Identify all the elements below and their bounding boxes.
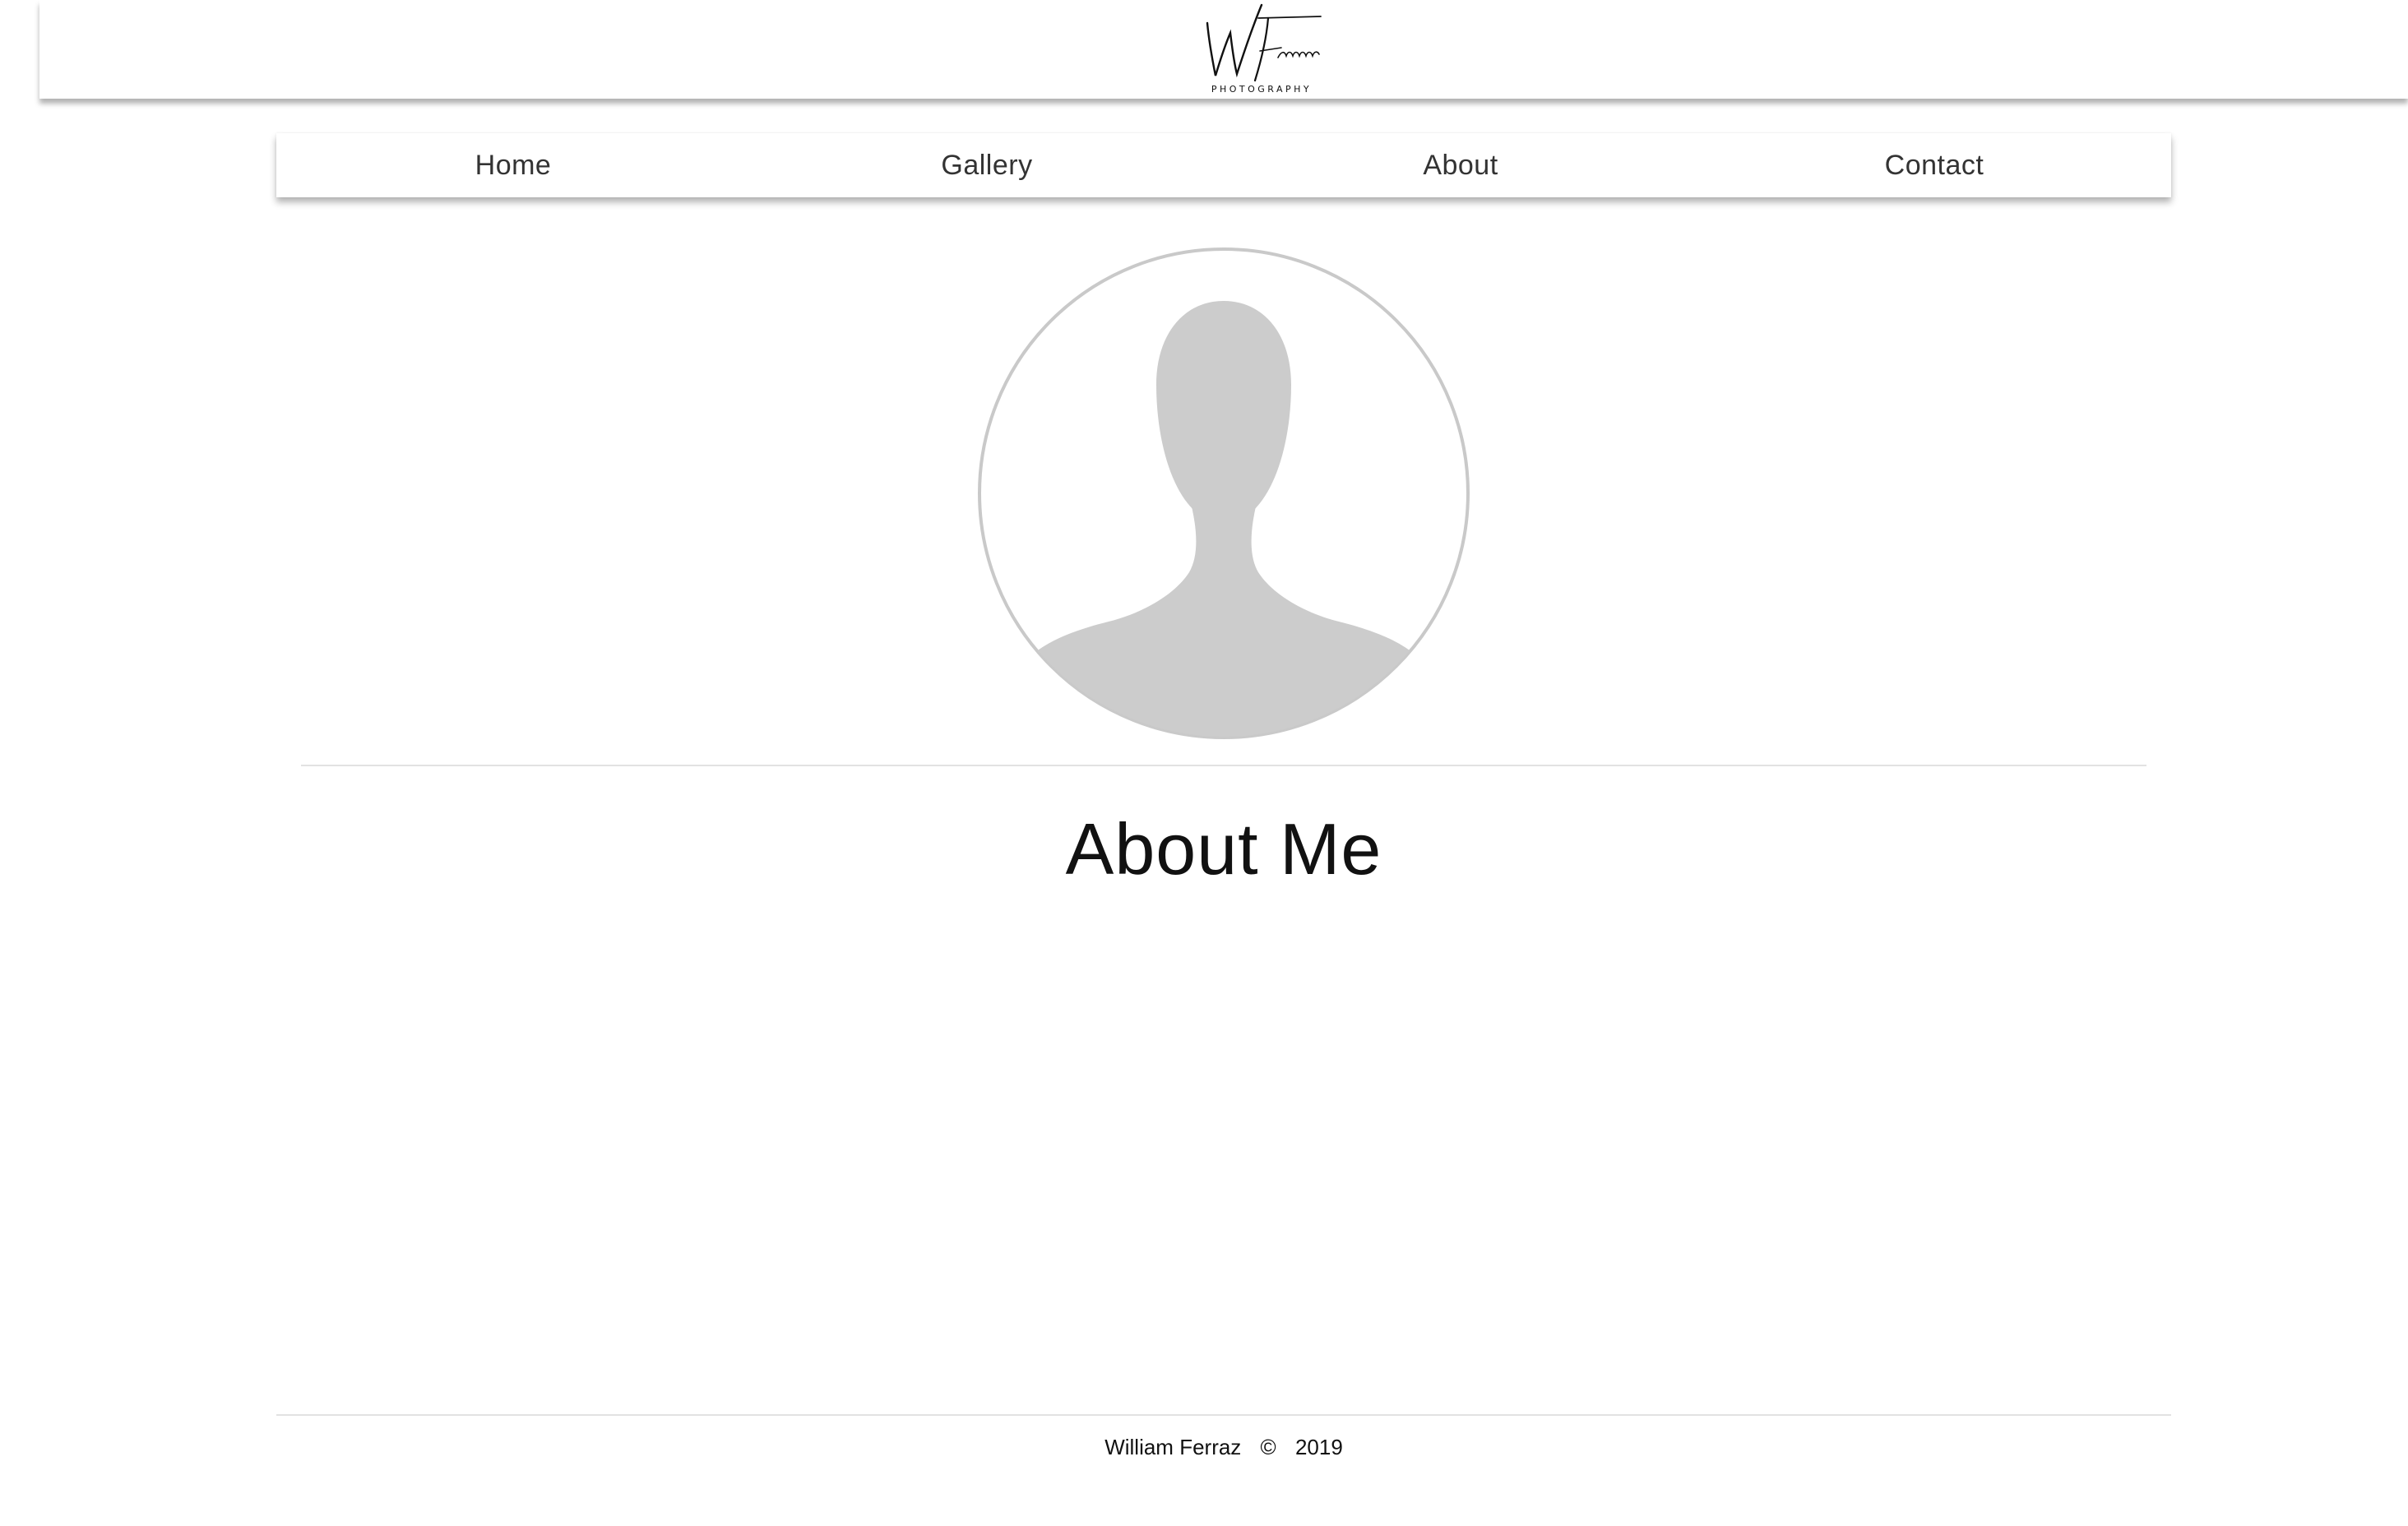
page-title: About Me	[1065, 808, 1382, 890]
person-silhouette-icon	[978, 247, 1470, 739]
section-divider	[301, 765, 2146, 766]
nav-item-gallery[interactable]: Gallery	[750, 133, 1224, 197]
main-nav: Home Gallery About Contact	[276, 133, 2171, 197]
nav-item-about[interactable]: About	[1224, 133, 1697, 197]
site-header: PHOTOGRAPHY	[39, 0, 2408, 99]
footer-divider	[276, 1414, 2171, 1416]
footer-year: 2019	[1294, 1435, 1343, 1459]
logo-signature-icon: PHOTOGRAPHY	[1206, 3, 1322, 95]
footer-name: William Ferraz	[1104, 1435, 1242, 1459]
site-footer: William Ferraz © 2019	[0, 1432, 2408, 1462]
nav-item-home[interactable]: Home	[276, 133, 750, 197]
logo-tagline: PHOTOGRAPHY	[1211, 84, 1312, 95]
nav-item-contact[interactable]: Contact	[1697, 133, 2171, 197]
copyright-icon: ©	[1260, 1435, 1276, 1459]
site-logo[interactable]: PHOTOGRAPHY	[1196, 0, 1327, 99]
profile-avatar	[977, 247, 1470, 740]
